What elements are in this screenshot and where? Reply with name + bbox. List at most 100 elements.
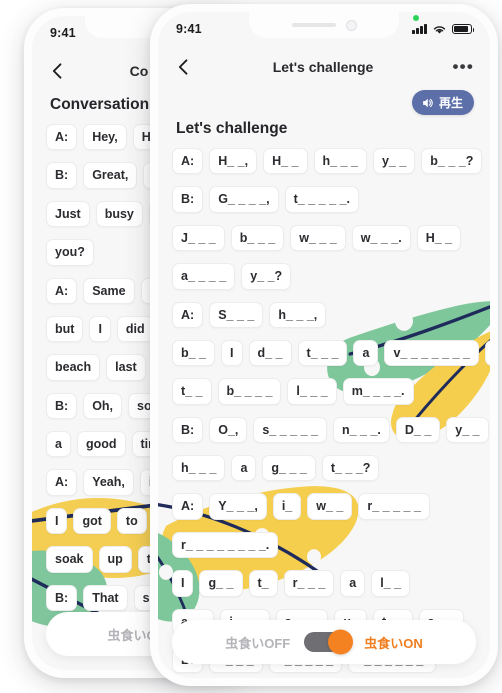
speaker-label-chip[interactable]: B: [46,392,78,419]
word-chip[interactable]: t_ _ _ [297,339,348,367]
word-chip[interactable]: Oh, [83,392,123,419]
word-chip[interactable]: up [98,546,132,573]
word-chip[interactable]: a_ _ _ _ [172,263,236,290]
word-chip[interactable]: but [46,315,84,343]
word-chip[interactable]: H_ _ [416,224,462,252]
front-status-icons [412,14,475,35]
word-chip[interactable]: l_ _ [371,570,411,597]
front-phone-screen: 9:41 Let's challenge ••• 再生 Let's challe… [158,12,490,678]
word-chip[interactable]: h_ _ _ [313,148,367,175]
word-chip[interactable]: t_ _ _? [321,455,380,482]
word-chip[interactable]: g_ _ _ [262,455,316,482]
speaker-label-chip[interactable]: A: [172,301,204,328]
speaker-label-chip[interactable]: B: [46,162,78,189]
word-chip[interactable]: r_ _ _ _ _ _ _ _. [172,531,279,559]
chevron-left-icon[interactable] [48,61,68,81]
speaker-label-chip[interactable]: A: [46,469,78,496]
word-chip[interactable]: w_ _ [307,493,353,520]
word-chip[interactable]: y_ _ [372,148,416,175]
toggle-off-label: 虫食いOFF [225,635,291,651]
word-chip[interactable]: Same [83,277,135,304]
play-button-label: 再生 [438,96,463,110]
earpiece-speaker [291,23,336,27]
speaker-label-chip[interactable]: A: [172,493,204,520]
speaker-label-chip[interactable]: B: [172,186,204,213]
speaker-label-chip[interactable]: A: [46,277,78,304]
word-chip[interactable]: S_ _ _ [209,301,264,328]
word-chip[interactable]: t_ [484,339,490,367]
blank-mode-toggle[interactable] [304,629,354,655]
word-chip[interactable]: O_, [209,416,248,443]
front-status-time: 9:41 [176,22,202,36]
word-chip[interactable]: H_ _, [209,148,258,175]
word-chip[interactable]: you? [46,239,94,266]
word-chip[interactable]: w_ _ _. [351,224,411,252]
word-chip[interactable]: m_ _ _ _. [342,378,414,405]
chip-row: J_ _ _ b_ _ _ w_ _ _ w_ _ _. H_ _ [172,224,476,252]
speaker-label-chip[interactable]: A: [172,148,204,175]
speaker-label-chip[interactable]: A: [46,124,78,151]
word-chip[interactable]: Yeah, [83,469,134,496]
word-chip[interactable]: got [73,507,111,535]
word-chip[interactable]: i_ [272,493,302,520]
word-chip[interactable]: to [116,507,147,535]
word-chip[interactable]: J_ _ _ [172,224,225,252]
chevron-left-icon[interactable] [174,57,194,77]
front-section-title: Let's challenge [176,120,288,137]
word-chip[interactable]: I [46,507,68,535]
word-chip[interactable]: Great, [83,162,138,189]
word-chip[interactable]: t_ _ [172,378,212,405]
cellular-signal-icon [412,24,427,34]
word-chip[interactable]: good [76,431,126,458]
word-chip[interactable]: d_ _ [248,339,292,367]
toggle-knob [328,629,354,655]
word-chip[interactable]: a [231,455,257,482]
play-audio-button[interactable]: 再生 [411,90,474,115]
word-chip[interactable]: a [340,570,366,597]
chip-row: a_ _ _ _ y_ _? [172,263,476,290]
word-chip[interactable]: t_ _ _ _ _. [284,186,359,213]
word-chip[interactable]: h_ _ _ [172,455,226,482]
battery-icon [452,24,475,34]
word-chip[interactable]: I [89,315,111,343]
word-chip[interactable]: G_ _ _ _, [209,186,279,213]
play-button-row: 再生 [411,90,474,115]
word-chip[interactable]: b_ _ _? [421,148,483,175]
word-chip[interactable]: Just [46,200,90,228]
word-chip[interactable]: n_ _ _. [332,416,390,443]
word-chip[interactable]: a [353,339,379,367]
word-chip[interactable]: b_ _ _ _ [217,378,282,405]
word-chip[interactable]: last [106,354,146,381]
word-chip[interactable]: busy [95,200,143,228]
word-chip[interactable]: h_ _ _, [269,301,327,328]
word-chip[interactable]: b_ _ _ [230,224,285,252]
speaker-label-chip[interactable]: B: [172,416,204,443]
word-chip[interactable]: That [83,584,128,611]
word-chip[interactable]: Hey, [83,124,127,151]
word-chip[interactable]: r_ _ _ _ _ [358,493,430,520]
word-chip[interactable]: did [116,315,154,343]
word-chip[interactable]: D_ _ [395,416,441,443]
word-chip[interactable]: l_ _ _ [287,378,337,405]
word-chip[interactable]: a [46,431,71,458]
word-chip[interactable]: I [172,570,194,597]
word-chip[interactable]: s_ _ _ _ _ [253,416,327,443]
word-chip[interactable]: y_ _? [241,263,292,290]
chip-row: Ig_ _ t_ r_ _ _ a l_ _ [172,570,476,597]
word-chip[interactable]: t_ [248,570,278,597]
word-chip[interactable]: w_ _ _ [290,224,346,252]
screenshot-stage: 9:41 Co Conversation A: Hey, B: Great, J… [0,0,502,693]
chip-row: B: G_ _ _ _, t_ _ _ _ _. [172,186,476,213]
word-chip[interactable]: b_ _ [172,339,216,367]
more-horizontal-icon[interactable]: ••• [452,58,474,75]
word-chip[interactable]: g_ _ [199,570,243,597]
word-chip[interactable]: beach [46,354,101,381]
word-chip[interactable]: y_ _ [446,416,489,443]
word-chip[interactable]: v_ _ _ _ _ _ _ [384,339,479,367]
word-chip[interactable]: r_ _ _ [283,570,335,597]
word-chip[interactable]: H_ _ [263,148,308,175]
word-chip[interactable]: soak [46,546,93,573]
speaker-label-chip[interactable]: B: [46,584,78,611]
word-chip[interactable]: I [221,339,243,367]
word-chip[interactable]: Y_ _ _, [209,493,267,520]
